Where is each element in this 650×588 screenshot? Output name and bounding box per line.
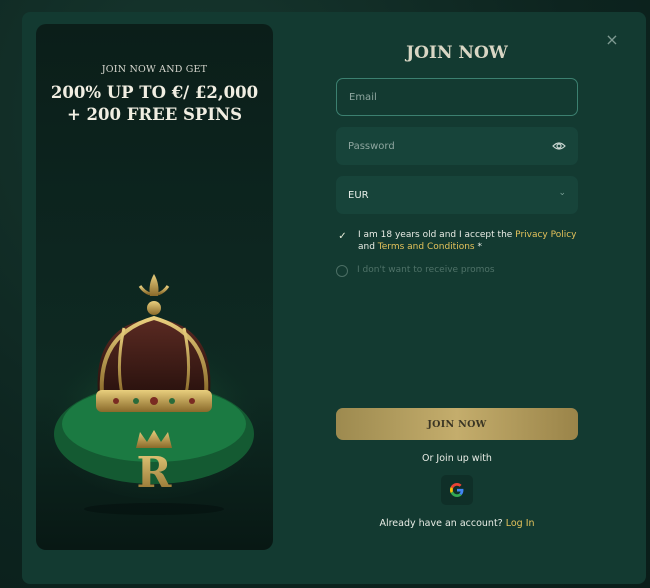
checkmark-icon: ✓	[338, 230, 347, 242]
terms-prefix: I am 18 years old and I accept the	[358, 230, 516, 240]
google-icon	[450, 483, 464, 497]
email-input[interactable]	[349, 91, 565, 103]
terms-checkbox[interactable]: ✓	[336, 230, 349, 243]
currency-value: EUR	[348, 189, 369, 201]
terms-row: ✓ I am 18 years old and I accept the Pri…	[336, 229, 578, 253]
svg-text:R: R	[137, 448, 173, 497]
or-join-text: Or Join up with	[422, 453, 492, 464]
terms-conditions-link[interactable]: Terms and Conditions	[378, 242, 475, 252]
chevron-down-icon: ⌄	[558, 188, 566, 198]
promos-row: I don't want to receive promos	[336, 264, 495, 277]
promo-panel: JOIN NOW AND GET 200% UP TO €/ £2,000 + …	[36, 24, 273, 550]
close-icon[interactable]: ×	[604, 32, 620, 48]
password-input[interactable]	[348, 140, 566, 152]
login-prompt: Already have an account? Log In	[336, 518, 578, 529]
currency-select[interactable]: EUR ⌄	[336, 176, 578, 214]
promos-label: I don't want to receive promos	[357, 265, 495, 275]
email-field[interactable]	[336, 78, 578, 116]
join-now-button[interactable]: JOIN NOW	[336, 408, 578, 440]
have-account-text: Already have an account?	[379, 518, 506, 529]
terms-and: and	[358, 242, 378, 252]
promos-checkbox[interactable]	[336, 265, 348, 277]
google-signup-button[interactable]	[441, 475, 473, 505]
terms-suffix: *	[474, 242, 482, 252]
promo-kicker: JOIN NOW AND GET	[101, 64, 208, 75]
login-link[interactable]: Log In	[506, 518, 535, 529]
password-field[interactable]	[336, 127, 578, 165]
eye-icon[interactable]	[552, 140, 566, 152]
terms-text: I am 18 years old and I accept the Priva…	[358, 229, 577, 253]
privacy-policy-link[interactable]: Privacy Policy	[515, 230, 576, 240]
promo-headline: 200% UP TO €/ £2,000 + 200 FREE SPINS	[50, 83, 259, 124]
form-title: JOIN NOW	[406, 43, 508, 63]
crown-illustration: R	[39, 274, 269, 515]
